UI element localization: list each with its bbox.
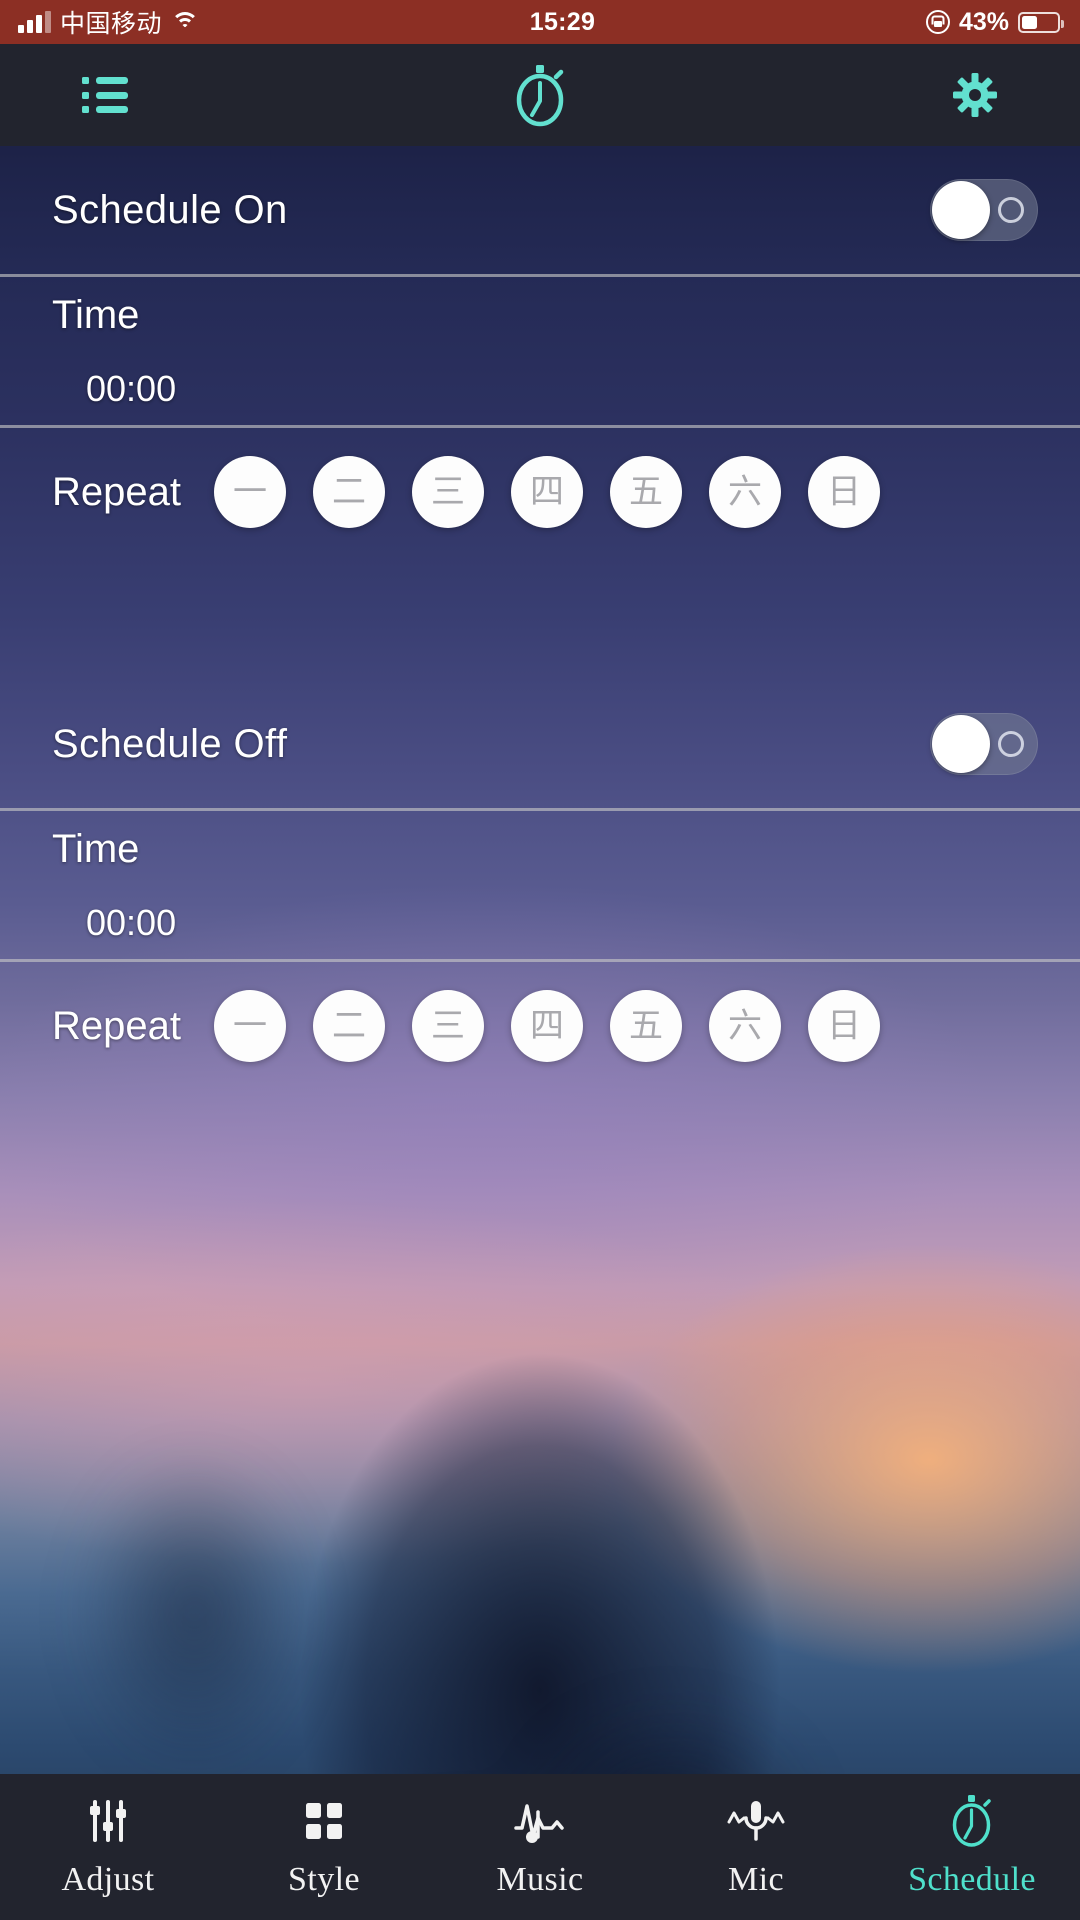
top-nav-bar: [0, 44, 1080, 146]
day-monday[interactable]: 一: [214, 456, 286, 528]
microphone-icon: [727, 1795, 785, 1847]
day-monday[interactable]: 一: [214, 990, 286, 1062]
grid-icon: [301, 1795, 347, 1847]
status-bar-clock: 15:29: [529, 7, 596, 36]
schedule-off-section: Schedule Off Time 00:00 Repeat 一二三四五六日: [0, 680, 1080, 1090]
schedule-off-time-row[interactable]: Time 00:00: [0, 811, 1080, 959]
stopwatch-icon: [949, 1795, 995, 1847]
toggle-off-indicator: [998, 197, 1024, 223]
settings-button[interactable]: [930, 55, 1020, 135]
stopwatch-icon: [516, 65, 564, 127]
bottom-tab-bar: Adjust Style Music Mic Schedule: [0, 1774, 1080, 1920]
toggle-off-indicator: [998, 731, 1024, 757]
schedule-on-label: Schedule On: [52, 187, 288, 232]
sliders-icon: [83, 1795, 133, 1847]
schedule-on-toggle[interactable]: [930, 179, 1038, 241]
day-tuesday[interactable]: 二: [313, 456, 385, 528]
tab-label: Mic: [728, 1861, 784, 1898]
schedule-off-repeat-label: Repeat: [52, 1003, 181, 1048]
schedule-off-time-label: Time: [52, 826, 140, 871]
day-sunday[interactable]: 日: [808, 990, 880, 1062]
day-friday[interactable]: 五: [610, 990, 682, 1062]
device-list-button[interactable]: [60, 55, 150, 135]
day-tuesday[interactable]: 二: [313, 990, 385, 1062]
tab-schedule[interactable]: Schedule: [864, 1774, 1080, 1920]
day-thursday[interactable]: 四: [511, 456, 583, 528]
toggle-knob: [932, 715, 990, 773]
list-icon: [82, 77, 128, 113]
app-root: 中国移动 15:29 43% Schedule On Time 00:00 Re…: [0, 0, 1080, 1920]
schedule-on-section: Schedule On Time 00:00 Repeat 一二三四五六日: [0, 146, 1080, 680]
status-bar-left: 中国移动: [0, 4, 200, 40]
schedule-on-day-selector: 一二三四五六日: [214, 456, 880, 528]
tab-mic[interactable]: Mic: [648, 1774, 864, 1920]
battery-percent-label: 43%: [958, 7, 1009, 36]
toggle-knob: [932, 181, 990, 239]
schedule-title-button[interactable]: [495, 55, 585, 135]
carrier-name: 中国移动: [60, 10, 163, 38]
tab-adjust[interactable]: Adjust: [0, 1774, 216, 1920]
schedule-on-repeat-label: Repeat: [52, 469, 181, 514]
rotation-lock-icon: [925, 10, 950, 34]
schedule-off-time-value[interactable]: 00:00: [86, 902, 1028, 944]
wifi-icon: [171, 11, 200, 33]
schedule-off-label: Schedule Off: [52, 721, 288, 766]
tab-label: Music: [496, 1861, 584, 1898]
schedule-off-toggle[interactable]: [930, 713, 1038, 775]
gear-icon: [953, 73, 997, 117]
status-bar: 中国移动 15:29 43%: [0, 0, 1080, 44]
day-wednesday[interactable]: 三: [412, 990, 484, 1062]
day-sunday[interactable]: 日: [808, 456, 880, 528]
schedule-content: Schedule On Time 00:00 Repeat 一二三四五六日 Sc…: [0, 146, 1080, 1774]
status-bar-right: 43%: [925, 7, 1080, 37]
schedule-on-repeat-row: Repeat 一二三四五六日: [0, 428, 1080, 556]
schedule-on-time-row[interactable]: Time 00:00: [0, 277, 1080, 425]
tab-label: Adjust: [61, 1861, 155, 1898]
tab-label: Schedule: [908, 1861, 1036, 1898]
day-wednesday[interactable]: 三: [412, 456, 484, 528]
schedule-off-row[interactable]: Schedule Off: [0, 680, 1080, 808]
schedule-on-row[interactable]: Schedule On: [0, 146, 1080, 274]
day-saturday[interactable]: 六: [709, 456, 781, 528]
day-saturday[interactable]: 六: [709, 990, 781, 1062]
cellular-signal-icon: [18, 11, 51, 33]
tab-label: Style: [288, 1861, 360, 1898]
tab-style[interactable]: Style: [216, 1774, 432, 1920]
day-friday[interactable]: 五: [610, 456, 682, 528]
battery-icon: [1018, 11, 1064, 33]
schedule-on-time-label: Time: [52, 292, 140, 337]
day-thursday[interactable]: 四: [511, 990, 583, 1062]
music-wave-icon: [512, 1795, 568, 1847]
schedule-off-repeat-row: Repeat 一二三四五六日: [0, 962, 1080, 1090]
tab-music[interactable]: Music: [432, 1774, 648, 1920]
schedule-off-day-selector: 一二三四五六日: [214, 990, 880, 1062]
schedule-on-time-value[interactable]: 00:00: [86, 368, 1028, 410]
